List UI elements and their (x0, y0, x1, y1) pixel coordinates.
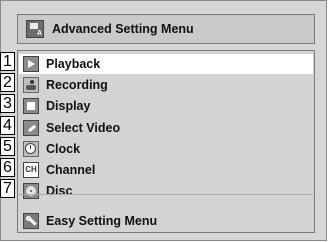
menu-list: Playback Recording Display Select Video … (17, 50, 315, 233)
menu-item-label: Recording (46, 78, 108, 92)
menu-item-label: Display (46, 99, 91, 113)
wrench-icon (23, 213, 39, 229)
settings-menu-panel: Advanced Setting Menu Playback Recording… (0, 0, 327, 241)
callout-number: 6 (0, 158, 15, 177)
callout-number: 1 (0, 52, 15, 71)
menu-title: Advanced Setting Menu (52, 22, 194, 36)
callout-number: 5 (0, 137, 15, 156)
menu-item-label: Easy Setting Menu (46, 214, 158, 228)
callout-number: 7 (0, 179, 15, 198)
display-icon (23, 98, 39, 114)
channel-icon: CH (23, 162, 39, 178)
menu-item-easy-setting[interactable]: Easy Setting Menu (19, 211, 313, 231)
menu-item-display[interactable]: Display (19, 96, 313, 116)
callout-number: 4 (0, 116, 15, 135)
menu-item-select-video[interactable]: Select Video (19, 118, 313, 138)
menu-item-label: Channel (46, 163, 96, 177)
menu-divider (19, 194, 313, 195)
menu-header: Advanced Setting Menu (17, 14, 315, 44)
menu-item-playback[interactable]: Playback (19, 54, 313, 74)
select-video-icon (23, 120, 39, 136)
disc-icon (23, 183, 39, 199)
menu-item-channel[interactable]: CH Channel (19, 160, 313, 180)
menu-item-label: Select Video (46, 121, 121, 135)
callout-number: 3 (0, 94, 15, 113)
recording-icon (23, 77, 39, 93)
play-icon (23, 56, 39, 72)
menu-item-label: Clock (46, 142, 81, 156)
menu-item-label: Playback (46, 57, 101, 71)
menu-item-disc[interactable]: Disc (19, 181, 313, 201)
callout-number: 2 (0, 73, 15, 92)
menu-item-clock[interactable]: Clock (19, 139, 313, 159)
menu-item-label: Disc (46, 184, 73, 198)
menu-item-recording[interactable]: Recording (19, 75, 313, 95)
advanced-setting-icon (26, 20, 44, 38)
clock-icon (23, 141, 39, 157)
